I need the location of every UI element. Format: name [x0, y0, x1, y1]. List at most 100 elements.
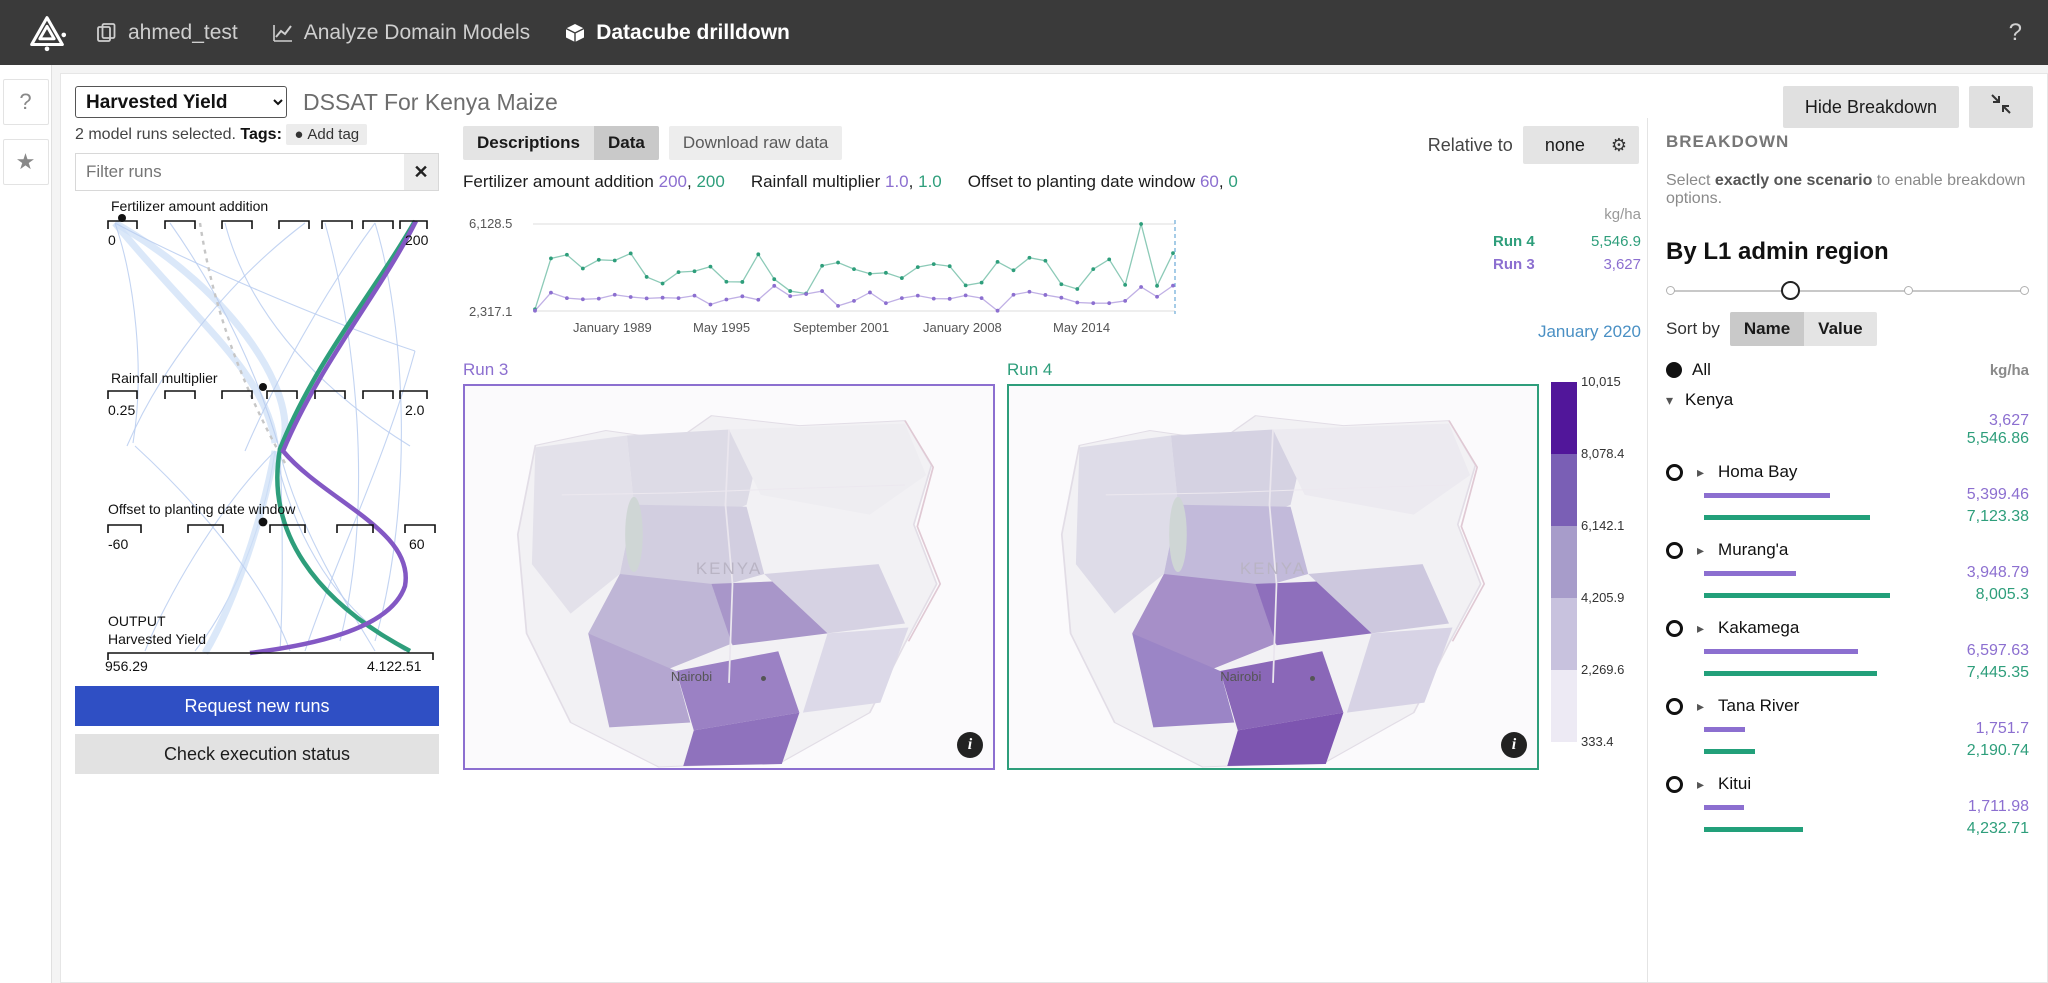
timeseries-point [533, 308, 537, 313]
pc-axis-max: 2.0 [405, 402, 425, 418]
region-radio-icon[interactable] [1666, 463, 1683, 481]
gear-icon[interactable]: ⚙ [1611, 135, 1639, 156]
filter-runs-input[interactable] [76, 154, 404, 190]
x-axis-tick: January 1989 [573, 320, 652, 335]
timeseries-point [565, 252, 569, 257]
pc-axis-max: 60 [409, 536, 425, 552]
left-rail: ? ★ [0, 65, 52, 983]
chevron-right-icon[interactable]: ▸ [1697, 776, 1704, 793]
param-run3-value: 200 [658, 172, 687, 191]
timeseries-point [1011, 292, 1016, 297]
timeseries-point [756, 297, 761, 302]
timeseries-point [1155, 283, 1159, 288]
slider-stop[interactable] [2020, 286, 2029, 295]
region-row-head: ▸ Kakamega [1666, 618, 2029, 638]
timeseries-point [565, 296, 569, 301]
breakdown-all-row[interactable]: All kg/ha [1666, 360, 2029, 380]
download-raw-data-button[interactable]: Download raw data [668, 126, 843, 160]
timeseries-unit: kg/ha [1604, 206, 1641, 223]
timeseries-chart[interactable]: 6,128.5 2,317.1 January 1989 May 1995 Se… [463, 206, 1643, 346]
param-run3-value: 60 [1199, 172, 1219, 191]
colorbar-segment [1551, 526, 1577, 598]
region-run3-value: 6,597.63 [1966, 642, 2029, 659]
slider-knob[interactable] [1781, 281, 1800, 300]
close-icon[interactable]: ✕ [404, 154, 438, 190]
param-fertilizer: Fertilizer amount addition 200, 200 [463, 172, 725, 191]
nav-item-datacube-drilldown[interactable]: Datacube drilldown [564, 21, 790, 45]
timeseries-point [596, 296, 601, 301]
slider-stop[interactable] [1666, 286, 1675, 295]
timeseries-point [963, 283, 968, 288]
add-tag-label: Add tag [307, 126, 360, 143]
relative-to-box[interactable]: none ⚙ [1522, 126, 1639, 164]
add-tag-button[interactable]: ● Add tag [286, 124, 368, 145]
sort-by-label: Sort by [1666, 319, 1720, 338]
main-content-card: Harvested Yield DSSAT For Kenya Maize Hi… [60, 73, 2048, 983]
legend-run4-value: 5,546.9 [1590, 233, 1641, 250]
admin-level-slider[interactable] [1666, 280, 2029, 302]
nav-item-analyze-domain-models[interactable]: Analyze Domain Models [272, 21, 530, 45]
breakdown-region-row[interactable]: ▸ Murang'a 3,948.79 8,005.3 [1666, 540, 2029, 604]
legend-run4-name: Run 4 [1493, 233, 1535, 250]
pc-output-name: Harvested Yield [108, 631, 206, 647]
breakdown-region-row[interactable]: ▸ Homa Bay 5,399.46 7,123.38 [1666, 462, 2029, 526]
timeseries-point [868, 290, 872, 295]
nav-item-ahmed-test[interactable]: ahmed_test [96, 21, 238, 45]
legend-run3-value: 3,627 [1603, 256, 1641, 273]
breakdown-country-row[interactable]: ▾ Kenya [1666, 390, 2029, 410]
help-icon[interactable]: ? [2009, 19, 2022, 47]
region-radio-icon[interactable] [1666, 775, 1683, 793]
chevron-right-icon[interactable]: ▸ [1697, 464, 1704, 481]
region-run3-bar-gutter [1666, 570, 1937, 576]
rail-item-favorites[interactable]: ★ [2, 139, 49, 185]
info-icon[interactable]: i [1501, 732, 1527, 758]
breakdown-region-row[interactable]: ▸ Kitui 1,711.98 4,232.71 [1666, 774, 2029, 838]
colorbar-tick: 2,269.6 [1581, 662, 1625, 677]
timeseries-point [1059, 295, 1064, 300]
slider-stop[interactable] [1904, 286, 1913, 295]
region-run4-value: 7,445.35 [1966, 664, 2029, 681]
info-icon[interactable]: i [957, 732, 983, 758]
timeseries-point [852, 267, 856, 272]
sort-by-name-button[interactable]: Name [1729, 312, 1805, 346]
breakdown-region-row[interactable]: ▸ Tana River 1,751.7 2,190.74 [1666, 696, 2029, 760]
plus-circle-icon: ● [294, 126, 304, 143]
check-execution-status-button[interactable]: Check execution status [75, 734, 439, 774]
sort-by-value-button[interactable]: Value [1804, 312, 1876, 346]
map-canvas-run3[interactable]: KENYA Nairobi i [463, 384, 995, 770]
output-variable-select[interactable]: Harvested Yield [75, 86, 287, 118]
rail-item-help[interactable]: ? [2, 79, 49, 125]
colorbar-segment [1551, 454, 1577, 526]
region-run4-bar-line: 4,232.71 [1666, 820, 2029, 838]
region-radio-icon[interactable] [1666, 697, 1683, 715]
x-axis-tick: September 2001 [793, 320, 889, 335]
parallel-coordinates-chart[interactable]: .axlbl { font: 14px "Liberation Sans", s… [75, 198, 439, 674]
breakdown-region-row[interactable]: ▸ Kakamega 6,597.63 7,445.35 [1666, 618, 2029, 682]
chevron-down-icon[interactable]: ▾ [1666, 392, 1673, 409]
chevron-right-icon[interactable]: ▸ [1697, 542, 1704, 559]
tab-data[interactable]: Data [593, 126, 659, 160]
collapse-arrows-icon[interactable] [1969, 86, 2033, 128]
hide-breakdown-button[interactable]: Hide Breakdown [1782, 86, 1959, 128]
param-planting-offset: Offset to planting date window 60, 0 [967, 172, 1238, 191]
copy-icon [96, 22, 118, 44]
chart-line-icon [272, 22, 294, 44]
timeseries-end-date: January 2020 [1537, 322, 1641, 341]
tab-descriptions[interactable]: Descriptions [463, 126, 594, 160]
colorbar-tick: 6,142.1 [1581, 518, 1625, 533]
triangle-logo-icon[interactable] [24, 10, 70, 56]
region-radio-icon[interactable] [1666, 619, 1683, 637]
request-new-runs-button[interactable]: Request new runs [75, 686, 439, 726]
map-canvas-run4[interactable]: KENYA Nairobi i [1007, 384, 1539, 770]
x-axis-tick: May 2014 [1053, 320, 1110, 335]
region-run4-bar [1704, 514, 1870, 520]
param-rainfall: Rainfall multiplier 1.0, 1.0 [750, 172, 942, 191]
chevron-right-icon[interactable]: ▸ [1697, 620, 1704, 637]
pc-axis-min: -60 [108, 536, 128, 552]
chevron-right-icon[interactable]: ▸ [1697, 698, 1704, 715]
region-run4-bar-gutter [1666, 514, 1937, 520]
timeseries-point [884, 270, 888, 275]
timeseries-point [979, 296, 984, 301]
region-run4-bar-gutter [1666, 748, 1937, 754]
region-radio-icon[interactable] [1666, 541, 1683, 559]
